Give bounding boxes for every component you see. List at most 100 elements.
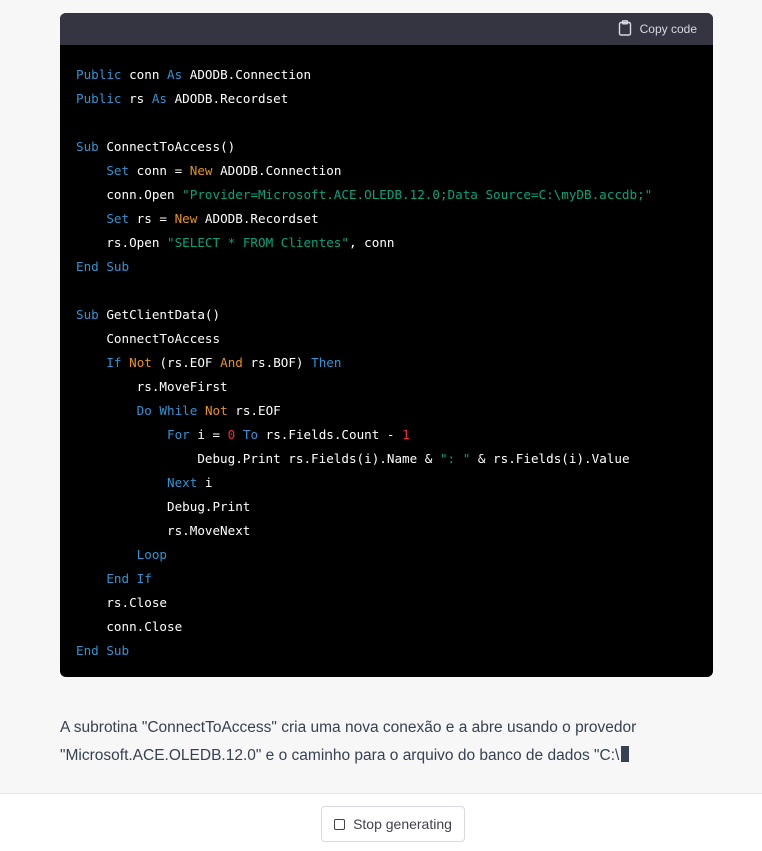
code-token: ": " xyxy=(439,451,471,466)
code-content: Public conn As ADODB.Connection Public rs… xyxy=(60,45,713,663)
stop-generating-button[interactable]: Stop generating xyxy=(321,806,465,842)
code-token: Sub xyxy=(76,139,99,154)
bottom-bar: Stop generating xyxy=(0,793,762,851)
code-token: & rs.Fields(i).Value xyxy=(470,451,630,466)
code-line: Debug.Print rs.Fields(i).Name & ": " & r… xyxy=(76,447,697,471)
stop-generating-label: Stop generating xyxy=(353,816,452,832)
code-token: rs.Close xyxy=(76,595,167,610)
code-token: ConnectToAccess xyxy=(76,331,221,346)
code-token: rs.EOF xyxy=(227,403,281,418)
copy-code-label: Copy code xyxy=(639,22,697,36)
code-token: If xyxy=(106,355,122,370)
assistant-message: A subrotina "ConnectToAccess" cria uma n… xyxy=(60,714,710,770)
code-token: New xyxy=(189,163,213,178)
code-line: Public conn As ADODB.Connection xyxy=(76,63,697,87)
stop-square-icon xyxy=(334,818,346,830)
code-token: Not xyxy=(204,403,228,418)
code-line: conn.Close xyxy=(76,615,697,639)
code-line: ConnectToAccess xyxy=(76,327,697,351)
code-token: rs.Fields.Count - xyxy=(258,427,403,442)
code-line: Do While Not rs.EOF xyxy=(76,399,697,423)
code-token: Debug.Print rs.Fields(i).Name & xyxy=(76,451,440,466)
code-token: Debug.Print xyxy=(76,499,251,514)
code-line: rs.Close xyxy=(76,591,697,615)
code-token: For xyxy=(167,427,190,442)
code-token: Do While xyxy=(136,403,198,418)
code-token: ADODB.Connection xyxy=(212,163,342,178)
code-token: Next xyxy=(167,475,198,490)
code-token: rs xyxy=(121,91,152,106)
code-token: New xyxy=(174,211,198,226)
code-token: rs = xyxy=(129,211,175,226)
clipboard-icon xyxy=(618,19,632,39)
code-token: GetClientData() xyxy=(98,307,221,322)
code-token: "Provider=Microsoft.ACE.OLEDB.12.0;Data … xyxy=(182,187,653,202)
code-token: conn xyxy=(121,67,167,82)
code-line: End Sub xyxy=(76,255,697,279)
code-token: i xyxy=(197,475,213,490)
code-token: And xyxy=(220,355,243,370)
code-line: Next i xyxy=(76,471,697,495)
code-token: , conn xyxy=(348,235,395,250)
code-token: Not xyxy=(129,355,152,370)
code-line: Debug.Print xyxy=(76,495,697,519)
code-token: End Sub xyxy=(76,643,130,658)
code-line: Sub ConnectToAccess() xyxy=(76,135,697,159)
code-line: Public rs As ADODB.Recordset xyxy=(76,87,697,111)
code-block-header: Copy code xyxy=(60,13,713,45)
code-line: If Not (rs.EOF And rs.BOF) Then xyxy=(76,351,697,375)
code-token: End Sub xyxy=(76,259,130,274)
code-token: i = xyxy=(189,427,228,442)
code-token: As xyxy=(167,67,183,82)
code-token: conn = xyxy=(129,163,190,178)
code-token: Set xyxy=(106,211,130,226)
code-token: Public xyxy=(76,91,122,106)
code-line: For i = 0 To rs.Fields.Count - 1 xyxy=(76,423,697,447)
code-token: rs.MoveNext xyxy=(76,523,251,538)
code-token: ConnectToAccess() xyxy=(98,139,236,154)
typing-cursor xyxy=(621,746,630,762)
code-token: rs.Open xyxy=(76,235,167,250)
code-token: rs.MoveFirst xyxy=(76,379,228,394)
code-token: ADODB.Recordset xyxy=(197,211,319,226)
code-token: ADODB.Recordset xyxy=(167,91,289,106)
code-token: conn.Close xyxy=(76,619,183,634)
code-token: ADODB.Connection xyxy=(182,67,312,82)
code-line: End If xyxy=(76,567,697,591)
code-line: Set conn = New ADODB.Connection xyxy=(76,159,697,183)
code-token: conn.Open xyxy=(76,187,183,202)
code-token: As xyxy=(151,91,168,106)
code-token: Then xyxy=(311,355,342,370)
code-line: End Sub xyxy=(76,639,697,663)
code-token: To xyxy=(242,427,259,442)
code-block: Copy code Public conn As ADODB.Connectio… xyxy=(60,13,713,677)
code-token: Set xyxy=(106,163,130,178)
code-token: "SELECT * FROM Clientes" xyxy=(167,235,349,250)
code-line: rs.Open "SELECT * FROM Clientes", conn xyxy=(76,231,697,255)
copy-code-button[interactable]: Copy code xyxy=(618,19,697,39)
assistant-message-text: A subrotina "ConnectToAccess" cria uma n… xyxy=(60,719,637,764)
code-token: 1 xyxy=(402,427,410,442)
code-token: Public xyxy=(76,67,122,82)
code-token: End If xyxy=(106,571,152,586)
code-line: Loop xyxy=(76,543,697,567)
code-token: rs.BOF) xyxy=(242,355,312,370)
code-token: Sub xyxy=(76,307,99,322)
code-line: rs.MoveNext xyxy=(76,519,697,543)
code-line: conn.Open "Provider=Microsoft.ACE.OLEDB.… xyxy=(76,183,697,207)
code-line: Set rs = New ADODB.Recordset xyxy=(76,207,697,231)
code-token: (rs.EOF xyxy=(151,355,221,370)
code-line: rs.MoveFirst xyxy=(76,375,697,399)
